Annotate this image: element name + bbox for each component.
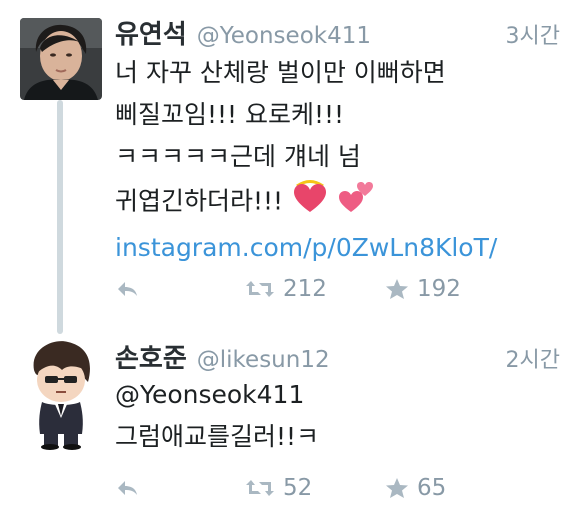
tweet-actions: 212 192 [115, 274, 560, 304]
tweet-line: ㅋㅋㅋㅋㅋ근데 걔네 넘 [115, 142, 361, 171]
tweet-line-with-emoji: 귀엽긴하더라!!! [115, 178, 562, 227]
reply-icon [115, 279, 139, 299]
retweet-count: 212 [283, 276, 327, 302]
favorite-count: 65 [417, 475, 447, 501]
user-handle[interactable]: @Yeonseok411 [197, 23, 371, 49]
tweet: 손호준 @likesun12 2시간 @Yeonseok411 그럼애교를길러!… [0, 320, 580, 516]
avatar[interactable] [20, 18, 102, 100]
tweet: 유연석 @Yeonseok411 3시간 너 자꾸 산체랑 벌이만 이뻐하면 삐… [0, 0, 580, 320]
favorite-count: 192 [417, 276, 461, 302]
display-name[interactable]: 손호준 [115, 338, 187, 375]
avatar[interactable] [24, 340, 98, 450]
retweet-button[interactable]: 52 [245, 475, 385, 501]
retweet-icon [245, 478, 275, 498]
timestamp[interactable]: 2시간 [506, 342, 560, 374]
tweet-text: 너 자꾸 산체랑 벌이만 이뻐하면 삐질꼬임!!! 요로케!!! ㅋㅋㅋㅋㅋ근데… [115, 52, 562, 269]
favorite-button[interactable]: 65 [385, 475, 446, 501]
tweet-line: 너 자꾸 산체랑 벌이만 이뻐하면 [115, 58, 446, 87]
reply-icon [115, 478, 139, 498]
star-icon [385, 278, 409, 300]
star-icon [385, 477, 409, 499]
user-handle[interactable]: @likesun12 [197, 347, 330, 373]
tweet-line: 귀엽긴하더라!!! [115, 186, 284, 216]
retweet-count: 52 [283, 475, 313, 501]
tweet-header: 유연석 @Yeonseok411 3시간 [115, 14, 560, 54]
tweet-line: 삐질꼬임!!! 요로케!!! [115, 100, 345, 129]
two-hearts-emoji-icon [337, 178, 377, 227]
tweet-line: 그럼애교를길러!!ㅋ [115, 422, 320, 451]
heart-with-halo-emoji-icon [291, 178, 329, 227]
reply-button[interactable] [115, 478, 245, 498]
instagram-link[interactable]: instagram.com/p/0ZwLn8KloT/ [115, 227, 562, 269]
timestamp[interactable]: 3시간 [506, 18, 560, 50]
display-name[interactable]: 유연석 [115, 14, 187, 51]
retweet-button[interactable]: 212 [245, 276, 385, 302]
mention[interactable]: @Yeonseok411 [115, 374, 562, 416]
reply-button[interactable] [115, 279, 245, 299]
tweet-header: 손호준 @likesun12 2시간 [115, 338, 560, 378]
tweet-text: @Yeonseok411 그럼애교를길러!!ㅋ [115, 374, 562, 458]
favorite-button[interactable]: 192 [385, 276, 461, 302]
tweet-actions: 52 65 [115, 473, 560, 503]
retweet-icon [245, 279, 275, 299]
